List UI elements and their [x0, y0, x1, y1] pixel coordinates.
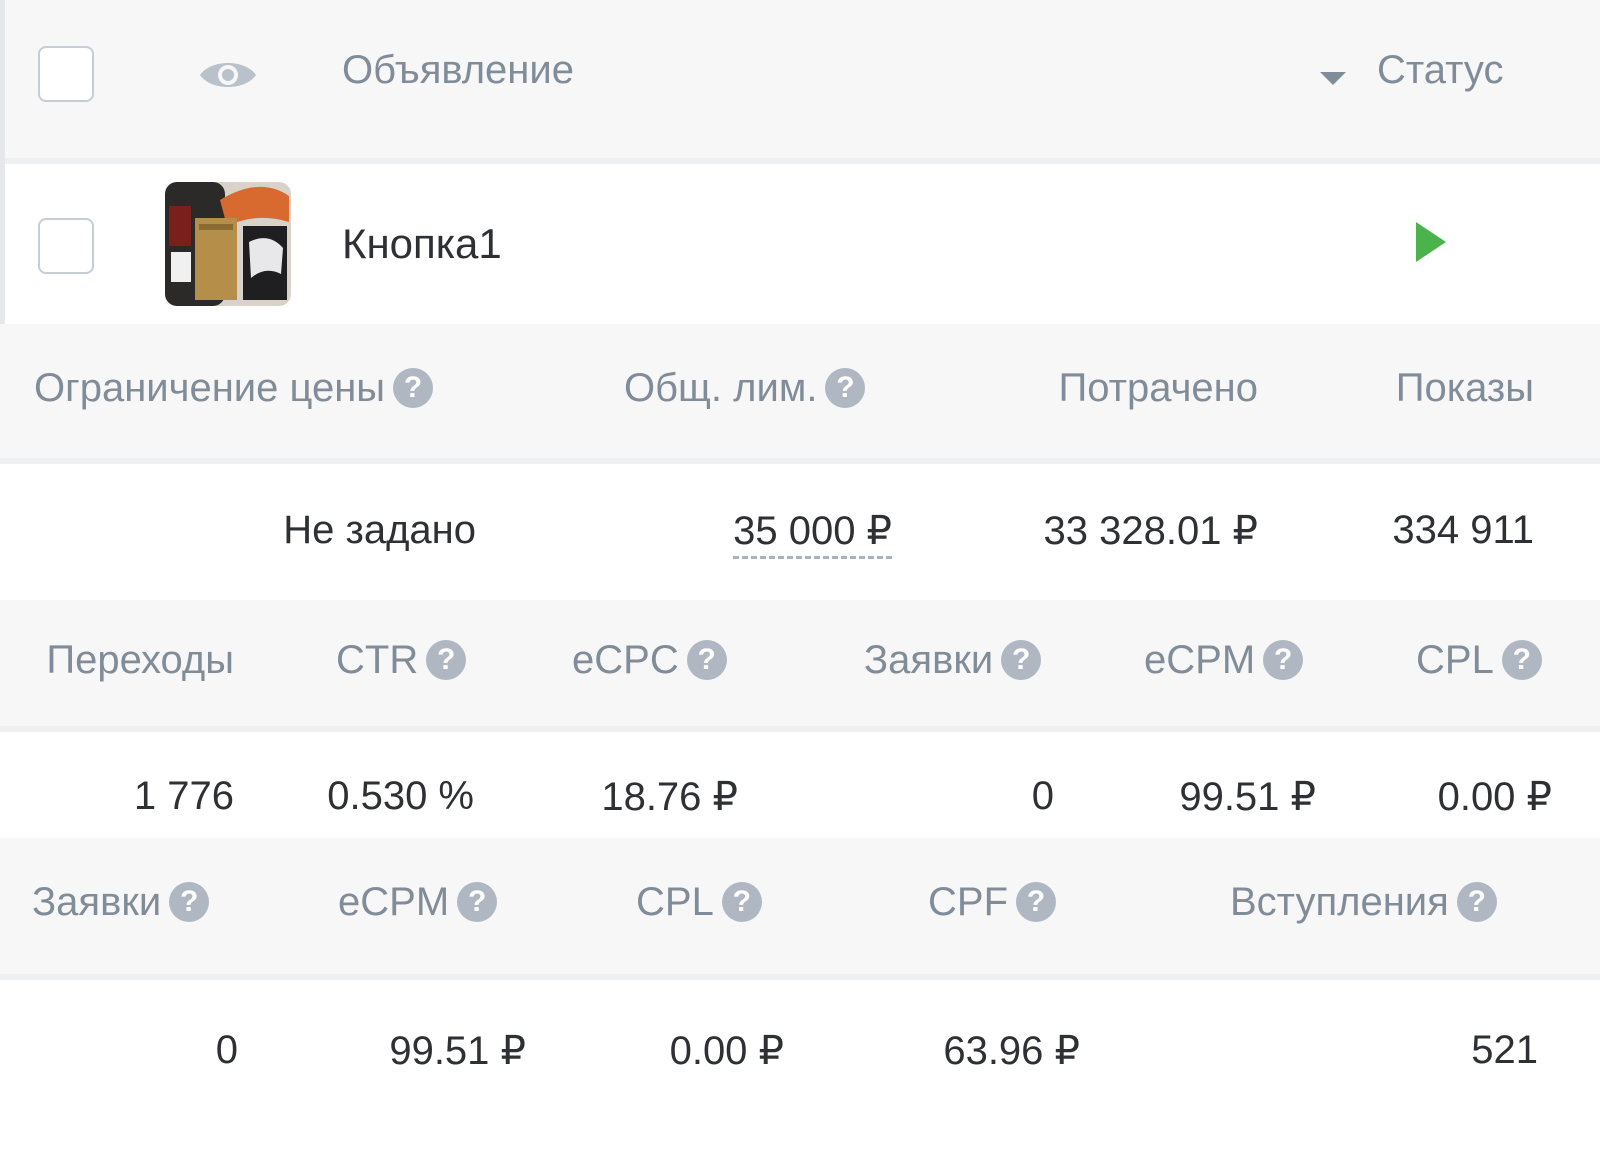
- stats-header-3: Заявки? eCPM? CPL? CPF? Вступления?: [0, 838, 1600, 974]
- help-icon[interactable]: ?: [457, 882, 498, 922]
- help-icon[interactable]: ?: [1016, 882, 1056, 922]
- cpf-value: 63.96 ₽: [943, 1029, 1080, 1073]
- column-header-clicks[interactable]: Переходы: [46, 638, 234, 683]
- column-header-ad[interactable]: Объявление: [342, 48, 574, 93]
- column-header-impressions[interactable]: Показы: [1396, 366, 1534, 411]
- column-header-spent[interactable]: Потрачено: [1059, 366, 1258, 411]
- column-header-cpl[interactable]: CPL?: [1416, 638, 1542, 683]
- help-icon[interactable]: ?: [169, 882, 210, 922]
- ads-table-header: Объявление Статус: [0, 0, 1600, 158]
- column-header-ecpc[interactable]: eCPC?: [572, 638, 727, 683]
- ad-name-link[interactable]: Кнопка1: [342, 220, 502, 268]
- play-status-icon[interactable]: [1414, 220, 1448, 264]
- column-header-joins[interactable]: Вступления?: [1230, 880, 1497, 925]
- row-checkbox[interactable]: [38, 218, 94, 274]
- column-header-ctr[interactable]: CTR?: [336, 638, 467, 683]
- column-header-cpl-2[interactable]: CPL?: [636, 880, 762, 925]
- column-header-ecpm[interactable]: eCPM?: [1144, 638, 1304, 683]
- select-all-checkbox[interactable]: [38, 46, 94, 102]
- leads-value-2: 0: [215, 1028, 238, 1072]
- stats-row-2: 1 776 0.530 % 18.76 ₽ 0 99.51 ₽ 0.00 ₽: [0, 732, 1600, 838]
- ctr-value: 0.530 %: [327, 774, 474, 818]
- help-icon[interactable]: ?: [1456, 882, 1497, 922]
- cpl-value-2: 0.00 ₽: [669, 1029, 784, 1073]
- column-header-total-limit[interactable]: Общ. лим.?: [624, 366, 866, 411]
- help-icon[interactable]: ?: [393, 368, 434, 408]
- leads-value: 0: [1031, 774, 1054, 818]
- column-header-ecpm-2[interactable]: eCPM?: [338, 880, 498, 925]
- impressions-value: 334 911: [1392, 508, 1534, 552]
- clicks-value: 1 776: [133, 774, 234, 818]
- ecpm-value-2: 99.51 ₽: [389, 1029, 526, 1073]
- sort-down-icon[interactable]: [1318, 70, 1348, 88]
- help-icon[interactable]: ?: [686, 640, 727, 680]
- joins-value: 521: [1471, 1028, 1538, 1072]
- eye-icon[interactable]: [197, 56, 259, 94]
- ecpc-value: 18.76 ₽: [601, 775, 738, 819]
- left-border: [0, 0, 5, 324]
- stats-header-1: Ограничение цены? Общ. лим.? Потрачено П…: [0, 324, 1600, 458]
- ecpm-value: 99.51 ₽: [1179, 775, 1316, 819]
- stats-row-3: 0 99.51 ₽ 0.00 ₽ 63.96 ₽ 521: [0, 980, 1600, 1150]
- column-header-price-limit[interactable]: Ограничение цены?: [34, 366, 434, 411]
- stats-row-1: Не задано 35 000 ₽ 33 328.01 ₽ 334 911: [0, 464, 1600, 600]
- cpl-value: 0.00 ₽: [1437, 775, 1552, 819]
- help-icon[interactable]: ?: [1001, 640, 1042, 680]
- help-icon[interactable]: ?: [825, 368, 866, 408]
- column-header-cpf[interactable]: CPF?: [928, 880, 1056, 925]
- help-icon[interactable]: ?: [1263, 640, 1304, 680]
- column-header-leads-2[interactable]: Заявки?: [32, 880, 210, 925]
- total-limit-value[interactable]: 35 000 ₽: [733, 508, 892, 559]
- help-icon[interactable]: ?: [1501, 640, 1542, 680]
- ad-row[interactable]: Кнопка1: [0, 0, 1600, 324]
- stats-header-2: Переходы CTR? eCPC? Заявки? eCPM? CPL?: [0, 600, 1600, 726]
- ad-thumbnail[interactable]: [165, 182, 291, 306]
- column-header-status[interactable]: Статус: [1377, 48, 1503, 93]
- help-icon[interactable]: ?: [426, 640, 467, 680]
- price-limit-value: Не задано: [283, 508, 476, 552]
- help-icon[interactable]: ?: [721, 882, 762, 922]
- spent-value: 33 328.01 ₽: [1043, 509, 1258, 553]
- column-header-leads[interactable]: Заявки?: [864, 638, 1042, 683]
